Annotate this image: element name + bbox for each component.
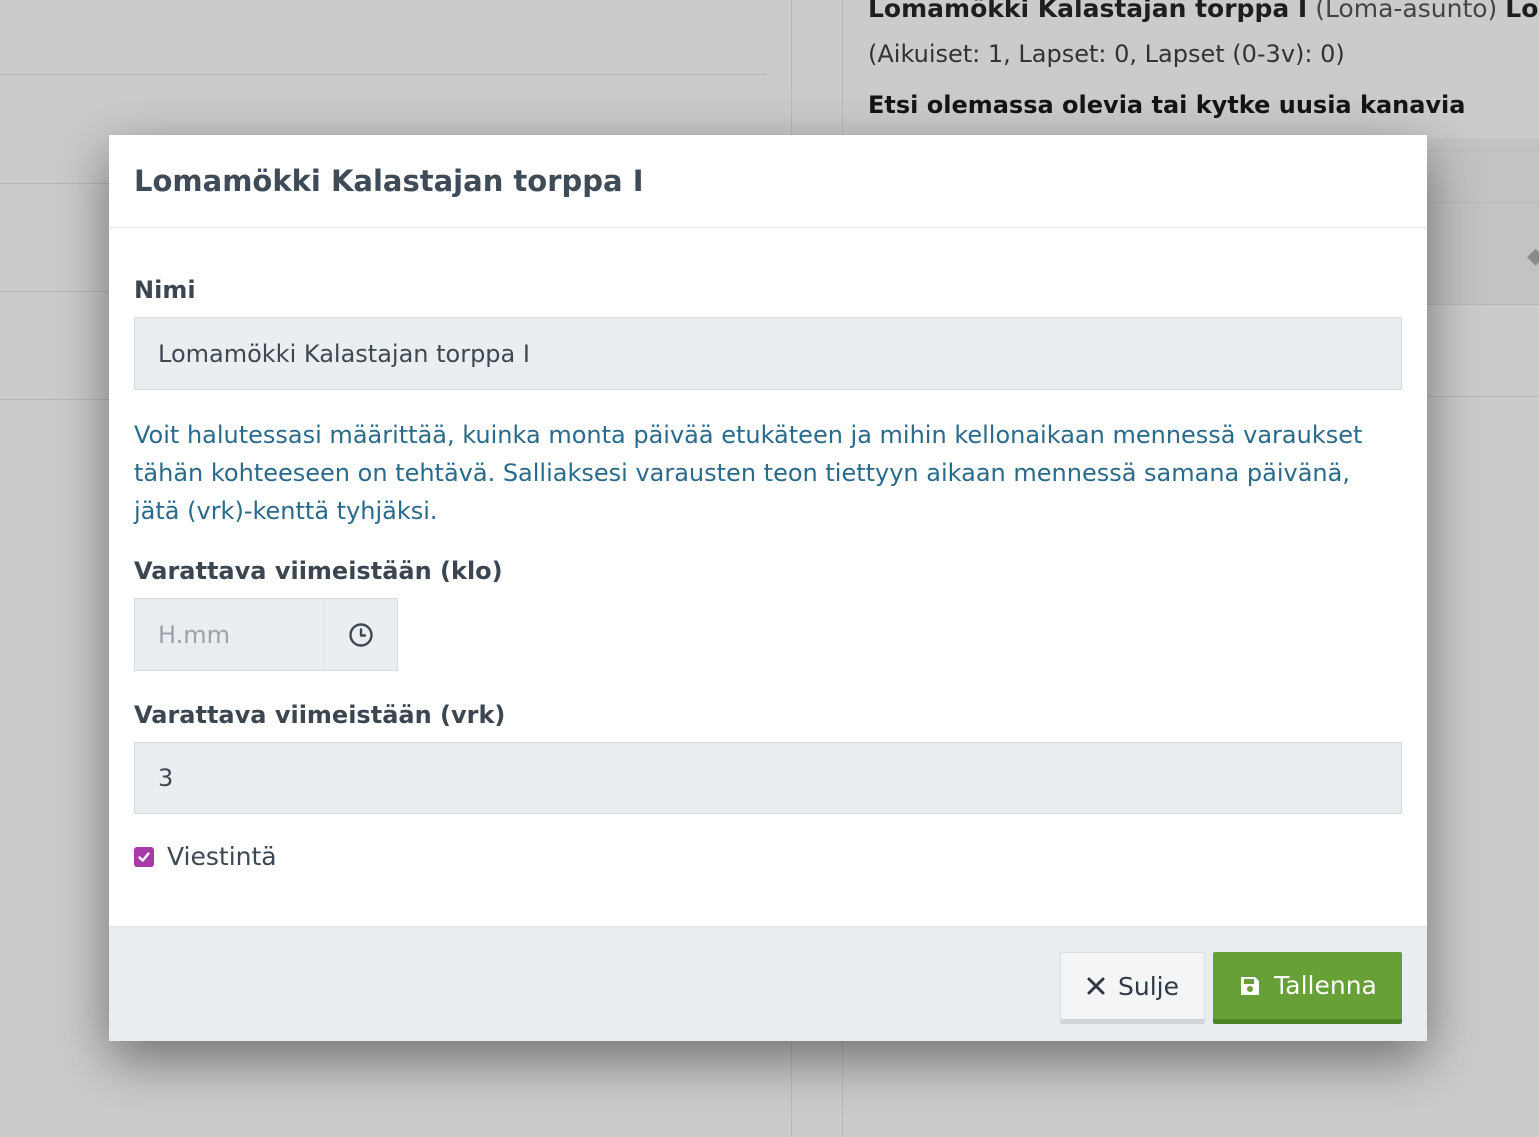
bg-table-header xyxy=(1427,138,1539,304)
bg-divider xyxy=(0,183,110,184)
checkmark-icon xyxy=(138,851,150,862)
modal-title: Lomamökki Kalastajan torppa I xyxy=(134,164,644,198)
days-label: Varattava viimeistään (vrk) xyxy=(134,701,506,729)
time-input[interactable]: H.mm xyxy=(135,599,324,670)
days-input[interactable]: 3 xyxy=(134,742,1402,814)
time-label: Varattava viimeistään (klo) xyxy=(134,557,503,585)
bg-reservation-heading: Lomamökki Kalastajan torppa I (Loma-asun… xyxy=(868,0,1539,23)
save-button[interactable]: Tallenna xyxy=(1213,952,1402,1024)
bg-divider xyxy=(1427,396,1539,397)
time-picker-button[interactable] xyxy=(324,599,397,670)
save-button-label: Tallenna xyxy=(1274,971,1377,1000)
messaging-checkbox-label: Viestintä xyxy=(167,842,277,871)
messaging-checkbox-row[interactable]: Viestintä xyxy=(134,842,277,871)
modal-header: Lomamökki Kalastajan torppa I xyxy=(109,135,1427,228)
name-input[interactable]: Lomamökki Kalastajan torppa I xyxy=(134,317,1402,390)
bg-divider xyxy=(0,291,110,292)
clock-icon xyxy=(348,622,373,647)
bg-channels-link[interactable]: Etsi olemassa olevia tai kytke uusia kan… xyxy=(868,91,1465,119)
close-icon xyxy=(1086,976,1106,996)
bg-divider xyxy=(1427,150,1539,151)
messaging-checkbox[interactable] xyxy=(134,846,154,867)
sort-icon: ◆ xyxy=(1527,244,1539,269)
close-button[interactable]: Sulje xyxy=(1060,952,1205,1024)
bg-divider xyxy=(1427,202,1539,203)
modal-footer: Sulje Tallenna xyxy=(109,926,1427,1041)
edit-unit-modal: Lomamökki Kalastajan torppa I xyxy=(109,135,1427,1041)
time-field: H.mm xyxy=(134,598,398,671)
bg-divider xyxy=(0,399,110,400)
bg-divider xyxy=(0,74,767,75)
bg-divider xyxy=(1427,304,1539,305)
booking-deadline-help: Voit halutessasi määrittää, kuinka monta… xyxy=(134,421,1363,525)
bg-occupants: (Aikuiset: 1, Lapset: 0, Lapset (0-3v): … xyxy=(868,40,1345,68)
name-label: Nimi xyxy=(134,276,196,304)
close-button-label: Sulje xyxy=(1118,971,1179,1001)
save-icon xyxy=(1238,974,1262,998)
